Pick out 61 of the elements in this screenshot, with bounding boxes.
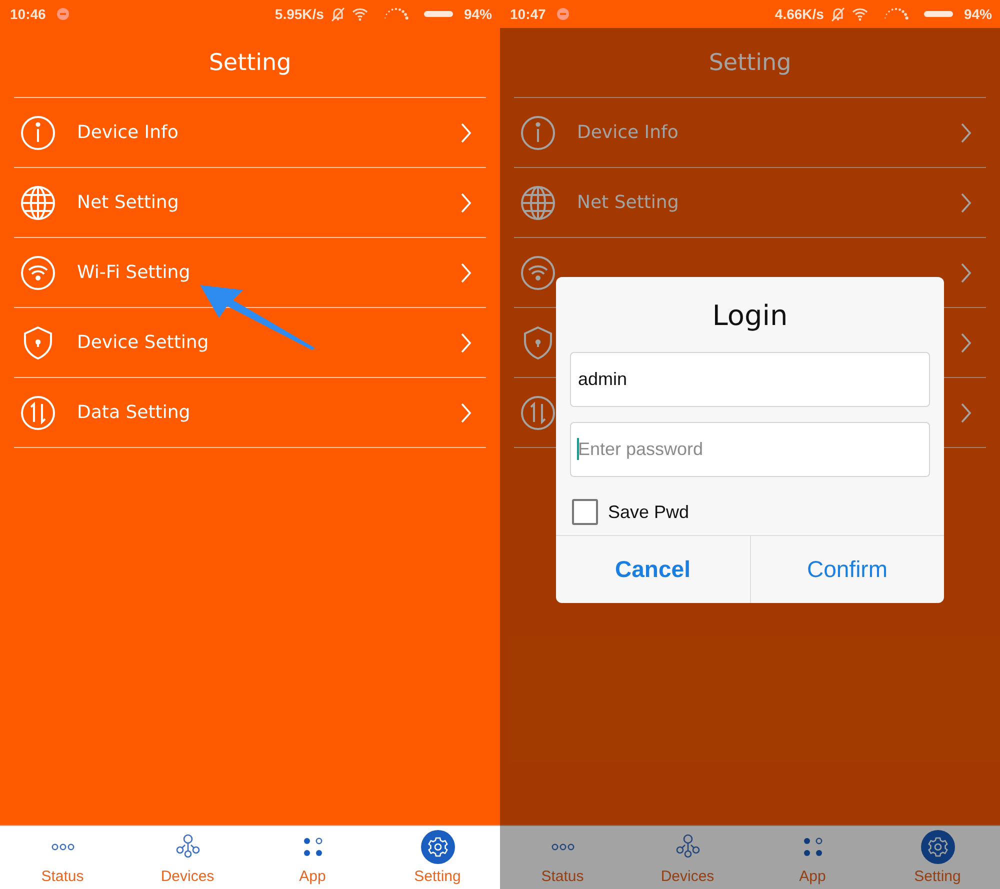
menu-item[interactable]: Net Setting (14, 168, 486, 238)
password-field[interactable]: Enter password (570, 422, 930, 477)
battery-level: 94% (964, 6, 992, 22)
wifi-icon (20, 254, 56, 290)
menu-label: Net Setting (77, 192, 179, 213)
menu-label: Device Info (577, 122, 678, 143)
menu-label: Net Setting (577, 192, 679, 213)
wifi-icon (852, 6, 868, 22)
text-cursor (577, 438, 579, 460)
wifi-icon (520, 254, 556, 290)
muted-bell-icon (830, 6, 846, 22)
record-icon (556, 7, 570, 21)
chevron-right-icon (460, 122, 472, 144)
chevron-right-icon (460, 402, 472, 424)
save-password-label: Save Pwd (608, 502, 690, 522)
battery-level: 94% (464, 6, 492, 22)
transfer-icon (20, 394, 56, 430)
chevron-right-icon (960, 332, 972, 354)
chevron-right-icon (960, 192, 972, 214)
globe-icon (20, 184, 56, 220)
menu-item[interactable]: Net Setting (514, 168, 986, 238)
menu-item[interactable]: Data Setting (14, 378, 486, 448)
nav-tab[interactable]: Status (500, 826, 625, 889)
confirm-button[interactable]: Confirm (750, 536, 944, 603)
record-icon (56, 7, 70, 21)
nav-tab[interactable]: Devices (625, 826, 750, 889)
cancel-button[interactable]: Cancel (556, 536, 750, 603)
username-field[interactable]: admin (570, 352, 930, 407)
muted-bell-icon (330, 6, 346, 22)
chevron-right-icon (460, 332, 472, 354)
menu-item[interactable]: Device Info (514, 98, 986, 168)
nav-tab[interactable]: App (250, 826, 375, 889)
network-speed: 5.95K/s (274, 6, 324, 22)
info-icon (520, 114, 556, 150)
wifi-icon (352, 6, 368, 22)
battery-icon (924, 10, 954, 18)
nav-tab[interactable]: Devices (125, 826, 250, 889)
menu-label: Device Info (77, 122, 178, 143)
status-time: 10:47 (510, 6, 546, 22)
nav-tab[interactable]: Setting (875, 826, 1000, 889)
chevron-right-icon (460, 192, 472, 214)
nav-tab[interactable]: App (750, 826, 875, 889)
info-icon (20, 114, 56, 150)
screen-title: Setting (208, 48, 292, 78)
save-password-checkbox[interactable] (572, 499, 598, 525)
menu-item[interactable]: Device Info (14, 98, 486, 168)
dialog-title: Login (712, 299, 788, 332)
nav-tab[interactable]: Status (0, 826, 125, 889)
status-time: 10:46 (10, 6, 46, 22)
network-speed: 4.66K/s (774, 6, 824, 22)
chevron-right-icon (460, 262, 472, 284)
screen-title: Setting (708, 48, 792, 78)
battery-icon (424, 10, 454, 18)
menu-label: Data Setting (77, 402, 190, 423)
nav-tab[interactable]: Setting (375, 826, 500, 889)
chevron-right-icon (960, 402, 972, 424)
menu-label: Wi-Fi Setting (77, 262, 190, 283)
globe-icon (520, 184, 556, 220)
menu-label: Device Setting (77, 332, 209, 353)
chevron-right-icon (960, 122, 972, 144)
chevron-right-icon (960, 262, 972, 284)
